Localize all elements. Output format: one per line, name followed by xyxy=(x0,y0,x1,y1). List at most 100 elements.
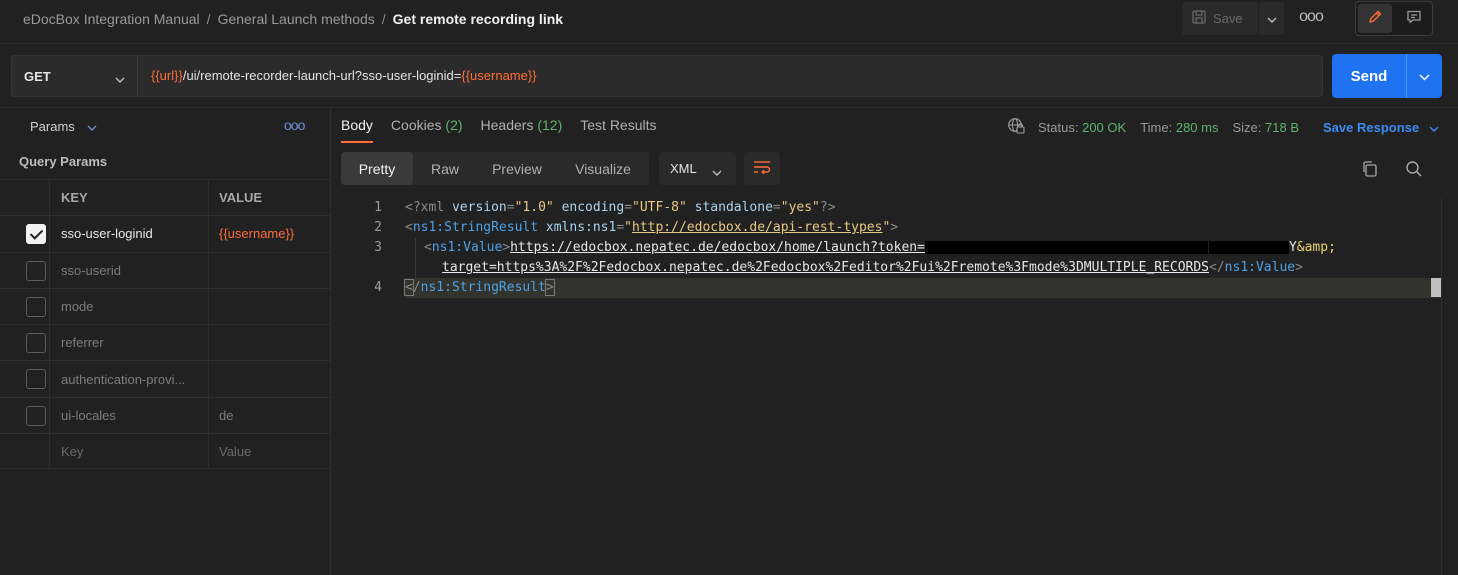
view-raw-button[interactable]: Raw xyxy=(413,152,477,185)
param-enabled-checkbox[interactable] xyxy=(26,260,46,281)
param-enabled-checkbox[interactable] xyxy=(26,224,46,245)
save-label: Save xyxy=(1213,11,1243,26)
view-preview-button[interactable]: Preview xyxy=(477,152,557,185)
breadcrumb-separator: / xyxy=(206,11,211,27)
param-value-cell[interactable] xyxy=(209,253,331,288)
tab-headers[interactable]: Headers (12) xyxy=(481,117,563,133)
size-label: Size: xyxy=(1232,119,1262,135)
chevron-down-icon xyxy=(115,71,125,86)
scroll-position-marker xyxy=(1431,278,1441,297)
tab-test-results[interactable]: Test Results xyxy=(580,117,656,133)
param-enabled-checkbox[interactable] xyxy=(26,369,46,390)
xml-attr: encoding xyxy=(561,200,625,215)
tab-cookies[interactable]: Cookies (2) xyxy=(391,117,463,133)
time-label: Time: xyxy=(1140,119,1173,135)
param-enabled-checkbox[interactable] xyxy=(26,296,46,317)
http-method-select[interactable]: GET xyxy=(12,56,138,96)
send-button[interactable]: Send xyxy=(1332,54,1442,98)
network-icon[interactable] xyxy=(1007,117,1025,137)
tab-cookies-label: Cookies xyxy=(390,117,442,133)
params-more-button[interactable]: ooo xyxy=(284,117,305,133)
edit-mode-button[interactable] xyxy=(1358,4,1392,33)
status-value[interactable]: 200 OK xyxy=(1082,120,1126,135)
xml-entity: &amp; xyxy=(1296,240,1336,255)
namespace-link[interactable]: http://edocbox.de/api-rest-types xyxy=(632,220,882,235)
param-key-cell[interactable]: mode xyxy=(50,288,209,325)
top-bar: eDocBox Integration Manual / General Launc… xyxy=(0,0,1458,44)
breadcrumb-folder[interactable]: General Launch methods xyxy=(218,11,375,27)
breadcrumb-separator: / xyxy=(381,11,386,27)
query-params-table: KEY VALUE sso-user-loginid {{username}} … xyxy=(0,179,331,470)
xml-decl-open: <?xml xyxy=(405,200,452,215)
line-number: 2 xyxy=(374,220,382,235)
param-value-cell[interactable] xyxy=(209,325,331,360)
param-key-cell[interactable]: authentication-provi... xyxy=(50,361,209,397)
params-tab-label: Params xyxy=(30,119,75,134)
http-method-label: GET xyxy=(24,68,51,84)
xml-attr: standalone xyxy=(694,200,773,215)
token-tail: Y xyxy=(1288,240,1297,255)
response-body-editor[interactable]: 1 2 3 4 <?xml version="1.0" encoding="UT… xyxy=(341,198,1451,575)
save-response-label: Save Response xyxy=(1323,119,1420,135)
param-value-cell[interactable] xyxy=(209,289,331,324)
xml-tag: ns1:StringResult xyxy=(412,220,539,235)
tab-headers-count: (12) xyxy=(537,117,563,133)
body-view-selector: Pretty Raw Preview Visualize xyxy=(341,152,649,185)
param-value-cell[interactable] xyxy=(209,361,331,396)
status-label: Status: xyxy=(1038,119,1079,135)
table-row: mode xyxy=(0,287,331,325)
xml-tag: ns1:StringResult xyxy=(420,280,546,295)
more-actions-button[interactable]: ooo xyxy=(1298,8,1324,28)
table-row: sso-userid xyxy=(0,251,331,288)
param-value-cell[interactable]: de xyxy=(209,398,331,433)
send-dropdown-button[interactable] xyxy=(1407,54,1442,98)
xml-attr: xmlns:ns1 xyxy=(545,220,617,235)
table-row-new: Key Value xyxy=(0,433,331,470)
comment-icon xyxy=(1406,9,1422,28)
size-value[interactable]: 718 B xyxy=(1265,120,1299,135)
line-number: 4 xyxy=(374,280,382,295)
param-enabled-checkbox[interactable] xyxy=(26,405,46,426)
save-dropdown-button[interactable] xyxy=(1259,2,1284,35)
view-pretty-button[interactable]: Pretty xyxy=(341,152,413,185)
save-response-button[interactable]: Save Response xyxy=(1323,120,1439,135)
word-wrap-button[interactable] xyxy=(744,152,780,185)
pencil-icon xyxy=(1367,9,1383,28)
copy-icon[interactable] xyxy=(1361,160,1379,181)
new-param-key-input[interactable]: Key xyxy=(50,434,209,469)
param-key-cell[interactable]: sso-user-loginid xyxy=(50,216,209,252)
new-param-value-input[interactable]: Value xyxy=(209,434,331,468)
param-key-cell[interactable]: ui-locales xyxy=(50,397,209,434)
breadcrumb-collection[interactable]: eDocBox Integration Manual xyxy=(23,11,200,27)
format-select[interactable]: XML xyxy=(659,152,736,185)
line-number: 3 xyxy=(374,240,382,255)
view-visualize-button[interactable]: Visualize xyxy=(557,152,649,185)
xml-tag: ns1:Value xyxy=(1224,260,1296,275)
param-key-cell[interactable]: sso-userid xyxy=(50,252,209,288)
request-url-bar: GET {{url}}/ui/remote-recorder-launch-ur… xyxy=(11,55,1323,97)
send-label: Send xyxy=(1350,67,1388,85)
response-tabs: Body Cookies (2) Headers (12) Test Resul… xyxy=(341,117,657,133)
target-url-link[interactable]: target=https%3A%2F%2Fedocbox.nepatec.de%… xyxy=(442,260,1209,275)
chevron-down-icon xyxy=(87,119,97,134)
url-variable: {{username}} xyxy=(461,68,537,83)
table-row: sso-user-loginid {{username}} xyxy=(0,215,331,252)
url-input[interactable]: {{url}}/ui/remote-recorder-launch-url?ss… xyxy=(151,68,537,83)
editor-scrollbar[interactable] xyxy=(1441,198,1451,575)
breadcrumb-current-request[interactable]: Get remote recording link xyxy=(393,11,563,27)
tab-cookies-count: (2) xyxy=(445,117,463,133)
url-path: /ui/remote-recorder-launch-url?sso-user-… xyxy=(182,68,462,83)
param-enabled-checkbox[interactable] xyxy=(26,333,46,354)
tab-body[interactable]: Body xyxy=(341,117,373,133)
search-icon[interactable] xyxy=(1405,160,1423,181)
column-header-value: VALUE xyxy=(219,190,263,206)
xml-attr: version xyxy=(451,200,507,215)
launch-url-link[interactable]: https://edocbox.nepatec.de/edocbox/home/… xyxy=(510,240,925,255)
comments-button[interactable] xyxy=(1398,4,1430,33)
time-value[interactable]: 280 ms xyxy=(1176,120,1219,135)
code-line: <ns1:StringResult xmlns:ns1="http://edoc… xyxy=(405,220,899,235)
param-value-cell[interactable]: {{username}} xyxy=(209,216,331,251)
param-key-cell[interactable]: referrer xyxy=(50,325,209,361)
params-tab[interactable]: Params xyxy=(30,119,97,134)
save-button[interactable]: Save xyxy=(1182,2,1258,35)
